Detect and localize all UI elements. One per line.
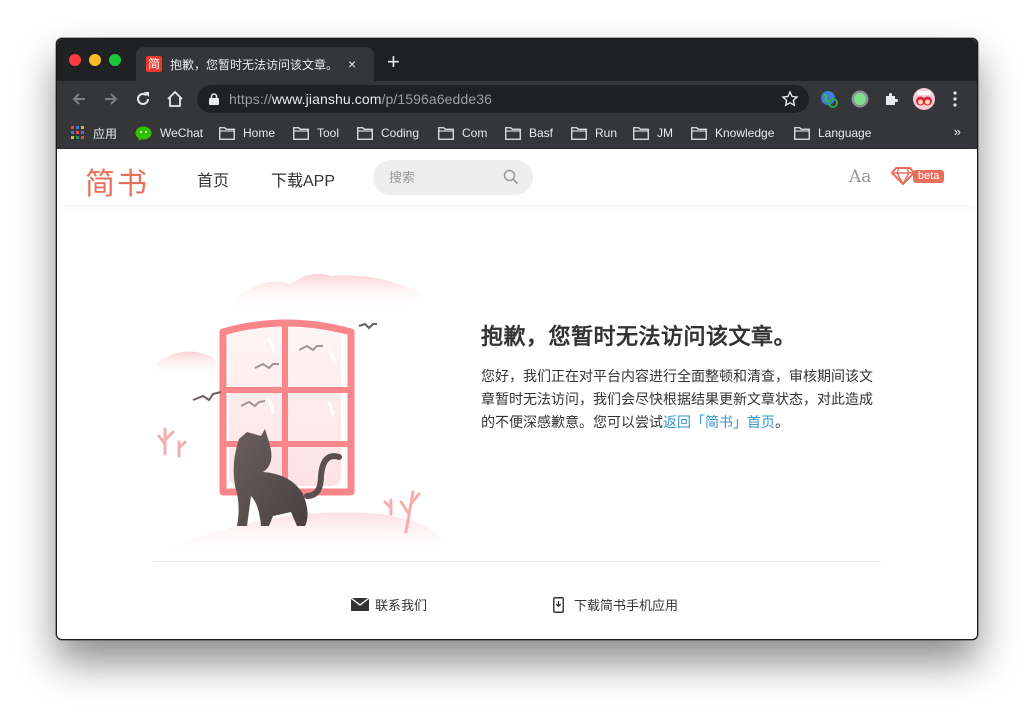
profile-avatar-icon bbox=[913, 88, 935, 110]
page-content: 简书 首页 下载APP Aa beta bbox=[57, 149, 977, 639]
bookmark-label: Com bbox=[462, 126, 488, 140]
bookmark-star-icon[interactable] bbox=[781, 90, 799, 108]
forward-icon bbox=[105, 93, 118, 105]
browser-menu-button[interactable] bbox=[945, 89, 965, 109]
error-body: 您好，我们正在对平台内容进行全面整顿和清查，审核期间该文章暂时无法访问，我们会尽… bbox=[481, 368, 873, 430]
home-button[interactable] bbox=[163, 87, 187, 111]
bookmark-label: WeChat bbox=[160, 126, 204, 140]
folder-icon bbox=[438, 126, 454, 140]
minimize-window-button[interactable] bbox=[89, 54, 101, 66]
wechat-icon bbox=[135, 126, 152, 141]
tab-close-icon[interactable]: × bbox=[348, 57, 356, 71]
download-mobile-app-link[interactable]: 下载简书手机应用 bbox=[553, 595, 678, 614]
folder-icon bbox=[293, 126, 309, 140]
bookmark-label: Basf bbox=[529, 126, 554, 140]
tab-strip: 简 抱歉，您暂时无法访问该文章。 - 简书 × + bbox=[57, 39, 977, 81]
bookmark-folder-basf[interactable]: Basf bbox=[505, 117, 553, 149]
folder-icon bbox=[691, 126, 707, 140]
nav-home-link[interactable]: 首页 bbox=[197, 167, 229, 191]
bookmark-wechat[interactable]: WeChat bbox=[135, 117, 203, 149]
bookmark-apps[interactable]: 应用 bbox=[71, 117, 117, 149]
reload-button[interactable] bbox=[131, 87, 155, 111]
profile-avatar[interactable] bbox=[913, 88, 935, 110]
search-box bbox=[373, 160, 533, 195]
contact-us-link[interactable]: 联系我们 bbox=[351, 595, 427, 614]
maximize-window-button[interactable] bbox=[109, 54, 121, 66]
error-message: 抱歉，您暂时无法访问该文章。 您好，我们正在对平台内容进行全面整顿和清查，审核期… bbox=[481, 319, 881, 434]
browser-toolbar: https://www.jianshu.com/p/1596a6edde36 bbox=[57, 81, 977, 117]
back-icon bbox=[72, 93, 85, 105]
extension-globe-icon bbox=[821, 91, 838, 108]
bookmarks-bar: 应用 WeChat Home Tool Coding Com Basf Run bbox=[57, 117, 977, 149]
site-navbar: 简书 首页 下载APP Aa beta bbox=[57, 149, 977, 205]
extensions-button[interactable] bbox=[882, 89, 902, 109]
extension-circle-button[interactable] bbox=[850, 89, 870, 109]
folder-icon bbox=[505, 126, 521, 140]
beta-label: beta bbox=[913, 169, 945, 183]
footer-divider bbox=[153, 561, 881, 562]
reload-icon bbox=[137, 92, 149, 105]
lock-icon bbox=[209, 93, 219, 105]
bookmark-label: JM bbox=[657, 126, 673, 140]
folder-icon bbox=[794, 126, 810, 140]
search-icon[interactable] bbox=[503, 169, 519, 185]
folder-icon bbox=[357, 126, 373, 140]
bookmark-label: Run bbox=[595, 126, 618, 140]
bookmark-folder-home[interactable]: Home bbox=[219, 117, 275, 149]
menu-icon bbox=[953, 91, 957, 107]
bookmark-folder-run[interactable]: Run bbox=[571, 117, 617, 149]
address-bar[interactable]: https://www.jianshu.com/p/1596a6edde36 bbox=[197, 85, 809, 113]
bookmark-folder-coding[interactable]: Coding bbox=[357, 117, 419, 149]
forward-button[interactable] bbox=[99, 87, 123, 111]
mobile-download-icon bbox=[553, 596, 564, 613]
return-home-link[interactable]: 返回「简书」首页 bbox=[663, 414, 775, 430]
mail-icon bbox=[351, 598, 369, 611]
cat-window-illustration bbox=[156, 273, 441, 558]
bookmark-folder-knowledge[interactable]: Knowledge bbox=[691, 117, 774, 149]
font-size-toggle[interactable]: Aa bbox=[849, 167, 871, 187]
bookmark-label: 应用 bbox=[93, 126, 118, 141]
beta-badge-link[interactable]: beta bbox=[891, 167, 945, 185]
bookmarks-overflow-button[interactable]: » bbox=[954, 124, 961, 139]
bookmark-folder-tool[interactable]: Tool bbox=[293, 117, 339, 149]
bookmark-folder-language[interactable]: Language bbox=[794, 117, 871, 149]
error-title: 抱歉，您暂时无法访问该文章。 bbox=[481, 324, 797, 349]
folder-icon bbox=[571, 126, 587, 140]
extension-globe-button[interactable] bbox=[819, 89, 839, 109]
bookmark-label: Coding bbox=[381, 126, 420, 140]
new-tab-button[interactable]: + bbox=[387, 51, 400, 73]
jianshu-favicon-icon: 简 bbox=[146, 56, 162, 72]
extensions-puzzle-icon bbox=[886, 93, 898, 105]
browser-window: 简 抱歉，您暂时无法访问该文章。 - 简书 × + https://www.ji… bbox=[56, 38, 978, 640]
close-window-button[interactable] bbox=[69, 54, 81, 66]
back-button[interactable] bbox=[67, 87, 91, 111]
jianshu-logo[interactable]: 简书 bbox=[85, 159, 149, 203]
folder-icon bbox=[633, 126, 649, 140]
diamond-icon bbox=[891, 167, 915, 185]
browser-tab-active[interactable]: 简 抱歉，您暂时无法访问该文章。 - 简书 × bbox=[136, 47, 374, 81]
apps-grid-icon bbox=[71, 126, 84, 139]
tab-title: 抱歉，您暂时无法访问该文章。 - 简书 bbox=[170, 57, 342, 72]
bookmark-folder-com[interactable]: Com bbox=[438, 117, 487, 149]
bookmark-label: Home bbox=[243, 126, 276, 140]
bookmark-label: Knowledge bbox=[715, 126, 775, 140]
home-icon bbox=[167, 90, 183, 107]
bookmark-label: Tool bbox=[317, 126, 340, 140]
bookmark-label: Language bbox=[818, 126, 872, 140]
search-input[interactable] bbox=[389, 170, 489, 185]
folder-icon bbox=[219, 126, 235, 140]
extension-circle-icon bbox=[851, 90, 869, 108]
nav-download-app-link[interactable]: 下载APP bbox=[271, 167, 335, 191]
bookmark-folder-jm[interactable]: JM bbox=[633, 117, 673, 149]
url-text: https://www.jianshu.com/p/1596a6edde36 bbox=[229, 91, 492, 107]
